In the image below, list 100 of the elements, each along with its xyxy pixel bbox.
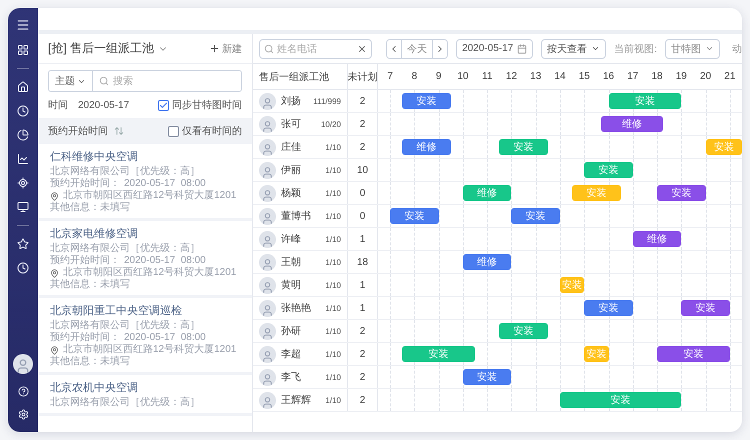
person-icon <box>261 166 274 178</box>
star-icon[interactable] <box>17 238 29 250</box>
worker-name: 李超 <box>281 348 301 361</box>
task-bar[interactable]: 安装 <box>462 369 512 385</box>
task-bar[interactable]: 安装 <box>402 93 451 109</box>
checkbox[interactable]: 仅看有时间的 <box>168 124 242 138</box>
date-field[interactable]: 2020-05-17 <box>456 38 534 58</box>
range-select[interactable]: 按天查看 <box>541 38 606 58</box>
pin-icon <box>50 192 59 200</box>
cut-text: 动 <box>732 42 742 56</box>
target-icon[interactable] <box>17 177 29 189</box>
task-bar[interactable]: 维修 <box>462 185 512 201</box>
checkbox-box[interactable] <box>158 100 169 110</box>
quota-text: 111/999 <box>313 96 341 106</box>
card-time: 2020-05-17 08:00 <box>124 255 206 266</box>
task-bar[interactable]: 安装 <box>390 208 439 224</box>
task-bar[interactable]: 安装 <box>657 346 730 362</box>
task-bar[interactable]: 安装 <box>681 300 730 316</box>
clock-icon[interactable] <box>17 105 29 117</box>
settings-icon[interactable] <box>18 409 28 420</box>
hour-label: 18 <box>650 71 664 82</box>
task-bar[interactable]: 维修 <box>600 116 664 132</box>
monitor-icon[interactable] <box>17 201 29 213</box>
quota-text: 1/10 <box>325 188 341 198</box>
filter-field[interactable]: 主题 搜索 <box>48 70 242 92</box>
new-button[interactable]: 新建 <box>209 42 242 56</box>
task-bar[interactable]: 安装 <box>584 162 633 178</box>
task-bar[interactable]: 维修 <box>632 231 682 247</box>
order-card[interactable]: 北京家电维修空调 北京网络有限公司［优先级：高］ 预约开始时间： 2020-05-17 08:00 北京市朝阳区西红路12号科贸大厦1201 其他信息：未填写 <box>38 221 252 298</box>
column-header: 未计划 <box>348 70 378 84</box>
worker-name: 张可 <box>281 118 301 131</box>
pin-icon <box>50 268 59 278</box>
task-bar[interactable]: 安装 <box>584 300 633 316</box>
quota-text: 1/10 <box>325 234 341 244</box>
checkbox-label: 仅看有时间的 <box>182 124 242 138</box>
search-icon <box>264 44 274 54</box>
avatar[interactable] <box>13 354 33 374</box>
task-bar[interactable]: 安装 <box>499 323 548 339</box>
order-card[interactable]: 北京朝阳重工中央空调巡检 北京网络有限公司［优先级：高］ 预约开始时间： 2020-05-17 08:00 北京市朝阳区西红路12号科贸大厦1201 其他信息：未填写 <box>38 298 252 375</box>
card-other-info: 其他信息：未填写 <box>50 356 131 368</box>
time-label: 预约开始时间： <box>50 332 120 344</box>
hour-label: 17 <box>626 71 640 82</box>
quota-text: 1/10 <box>325 166 341 174</box>
person-icon <box>261 234 274 248</box>
search-field[interactable]: 搜索 <box>93 71 241 91</box>
card-time: 2020-05-17 08:00 <box>124 332 206 344</box>
card-title: 北京朝阳重工中央空调巡检 <box>50 304 183 318</box>
card-company: 北京网络有限公司［优先级：高］ <box>50 243 201 254</box>
hour-label: 14 <box>553 71 567 82</box>
today-button[interactable]: 今天 <box>401 40 433 58</box>
checkbox-box[interactable] <box>168 126 179 136</box>
card-title: 仁科维修中央空调 <box>50 150 139 164</box>
task-bar[interactable]: 安装 <box>402 346 476 362</box>
person-icon <box>261 326 274 340</box>
order-card[interactable]: 北京农机中央空调 北京网络有限公司［优先级：高］ <box>38 375 252 416</box>
person-icon <box>261 142 274 156</box>
hour-label: 20 <box>699 71 712 82</box>
unplanned-count: 2 <box>360 348 366 360</box>
pin-icon <box>50 346 59 354</box>
worker-name: 董博书 <box>281 210 311 223</box>
card-company: 北京网络有限公司［优先级：高］ <box>50 320 201 332</box>
unplanned-count: 2 <box>360 118 366 130</box>
view-select[interactable]: 甘特图 <box>665 38 720 58</box>
worker-name: 杨颖 <box>281 186 301 200</box>
hour-label: 8 <box>410 71 418 82</box>
person-icon <box>261 372 274 386</box>
task-bar[interactable]: 安装 <box>511 208 560 224</box>
home-icon[interactable] <box>17 81 29 93</box>
task-bar[interactable]: 维修 <box>462 254 512 270</box>
unplanned-count: 10 <box>356 164 368 176</box>
chevron-down-icon <box>705 44 714 53</box>
hour-label: 19 <box>674 71 688 82</box>
task-bar[interactable]: 安装 <box>560 392 682 408</box>
search-field[interactable]: 姓名电话 <box>259 38 372 58</box>
check-icon <box>159 100 168 110</box>
worker-name: 黄明 <box>281 278 301 292</box>
task-bar[interactable]: 维修 <box>402 139 451 155</box>
pie-chart-icon[interactable] <box>17 129 29 141</box>
hour-label: 12 <box>504 71 518 82</box>
card-address: 北京市朝阳区西红路12号科贸大厦1201 <box>63 267 236 278</box>
checkbox[interactable]: 同步甘特图时间 <box>158 98 242 112</box>
worker-name: 李飞 <box>281 370 301 384</box>
person-icon <box>261 258 274 270</box>
unplanned-count: 1 <box>360 302 366 314</box>
topic-select[interactable]: 主题 <box>49 71 93 91</box>
task-bar[interactable]: 安装 <box>657 185 706 201</box>
person-icon <box>261 188 274 202</box>
quota-text: 1/10 <box>325 350 341 358</box>
close-icon[interactable] <box>357 44 367 54</box>
grid-icon[interactable] <box>17 44 29 56</box>
menu-icon[interactable] <box>16 18 30 32</box>
line-chart-icon[interactable] <box>17 153 29 165</box>
clock-icon[interactable] <box>17 262 29 274</box>
worker-name: 庄佳 <box>281 140 301 154</box>
order-card[interactable]: 仁科维修中央空调 北京网络有限公司［优先级：高］ 预约开始时间： 2020-05-17 08:00 北京市朝阳区西红路12号科贸大厦1201 其他信息：未填写 <box>38 144 252 221</box>
task-bar[interactable]: 安装 <box>499 139 548 155</box>
task-bar[interactable]: 安装 <box>608 93 682 109</box>
unplanned-count: 2 <box>360 326 366 336</box>
person-icon <box>261 212 274 224</box>
help-icon[interactable] <box>18 386 28 397</box>
